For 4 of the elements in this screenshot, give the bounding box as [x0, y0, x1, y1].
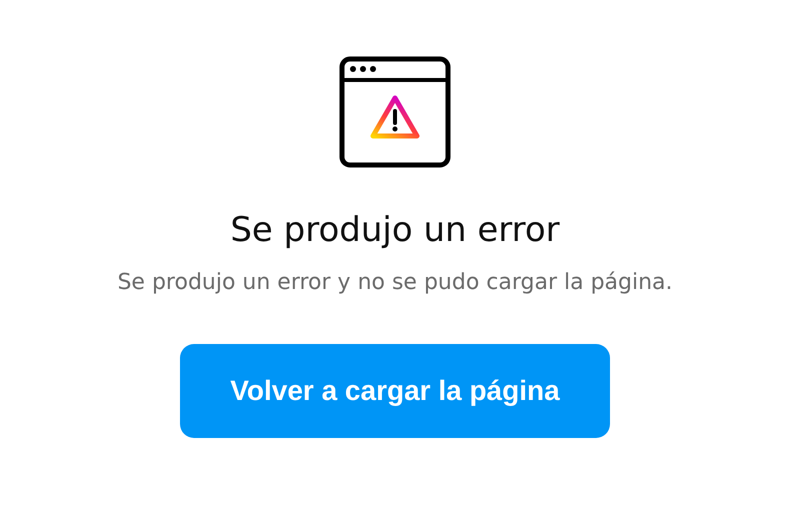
- browser-warning-icon: [339, 56, 451, 168]
- reload-button[interactable]: Volver a cargar la página: [180, 344, 610, 438]
- error-title: Se produjo un error: [230, 209, 560, 252]
- error-message: Se produjo un error y no se pudo cargar la página.: [117, 269, 673, 297]
